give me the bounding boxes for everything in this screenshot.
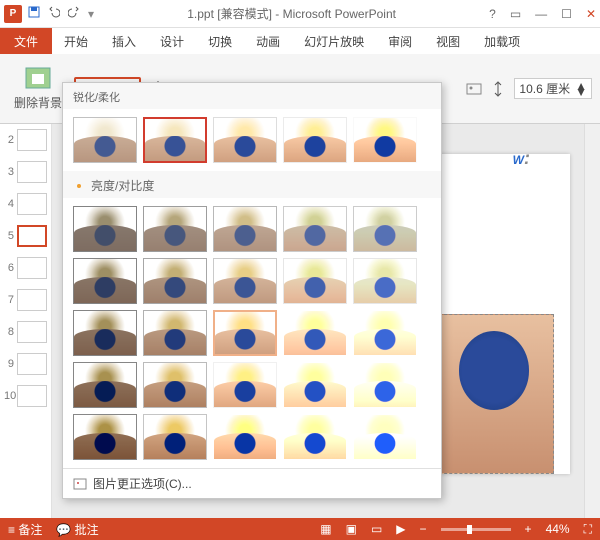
status-bar: ≡ 备注 💬 批注 ▦ ▣ ▭ ▶ − + 44% ⛶ <box>0 518 600 540</box>
quick-access-toolbar: ▾ <box>28 6 94 21</box>
tab-transitions[interactable]: 切换 <box>196 28 244 54</box>
brightness-preset-11[interactable] <box>143 310 207 356</box>
brightness-preset-24[interactable] <box>353 414 417 460</box>
comments-button[interactable]: 💬 批注 <box>56 521 98 538</box>
watermark: W: <box>513 140 530 171</box>
brightness-preset-18[interactable] <box>283 362 347 408</box>
brightness-section-label: 亮度/对比度 <box>63 171 441 198</box>
tab-file[interactable]: 文件 <box>0 28 52 54</box>
thumbnail-slide-7[interactable]: 7 <box>0 286 51 314</box>
tab-slideshow[interactable]: 幻灯片放映 <box>292 28 376 54</box>
brightness-preset-8[interactable] <box>283 258 347 304</box>
height-icon <box>490 81 506 97</box>
picture-options-icon <box>73 477 87 491</box>
zoom-in-icon[interactable]: + <box>525 522 532 536</box>
brightness-preset-21[interactable] <box>143 414 207 460</box>
vertical-scrollbar[interactable] <box>584 124 600 518</box>
tab-home[interactable]: 开始 <box>52 28 100 54</box>
thumbnail-slide-5[interactable]: 5 <box>0 222 51 250</box>
normal-view-icon[interactable]: ▦ <box>320 522 331 536</box>
brightness-preset-4[interactable] <box>353 206 417 252</box>
close-icon[interactable]: ✕ <box>586 7 596 21</box>
remove-background-button[interactable]: 删除背景 <box>8 64 68 113</box>
brightness-grid <box>63 198 441 468</box>
zoom-slider[interactable] <box>441 528 511 531</box>
more-corrections-option[interactable]: 图片更正选项(C)... <box>63 468 441 498</box>
sharpen-preset-2[interactable] <box>213 117 277 163</box>
window-title: 1.ppt [兼容模式] - Microsoft PowerPoint <box>94 5 489 22</box>
sorter-view-icon[interactable]: ▣ <box>346 522 357 536</box>
sharpen-preset-0[interactable] <box>73 117 137 163</box>
sharpen-section-label: 锐化/柔化 <box>63 83 441 109</box>
sharpen-grid <box>63 109 441 171</box>
tab-addins[interactable]: 加载项 <box>472 28 532 54</box>
brightness-preset-2[interactable] <box>213 206 277 252</box>
tab-insert[interactable]: 插入 <box>100 28 148 54</box>
selected-picture[interactable] <box>434 314 554 474</box>
brightness-preset-16[interactable] <box>143 362 207 408</box>
brightness-preset-23[interactable] <box>283 414 347 460</box>
tab-review[interactable]: 审阅 <box>376 28 424 54</box>
sun-small-icon <box>73 180 85 192</box>
remove-bg-label: 删除背景 <box>14 94 62 111</box>
corrections-dropdown: 锐化/柔化 亮度/对比度 图片更正选项(C)... <box>62 82 442 499</box>
brightness-preset-6[interactable] <box>143 258 207 304</box>
ribbon-tabs: 文件 开始 插入 设计 切换 动画 幻灯片放映 审阅 视图 加载项 <box>0 28 600 54</box>
thumbnail-slide-8[interactable]: 8 <box>0 318 51 346</box>
ribbon-display-icon[interactable]: ▭ <box>510 7 521 21</box>
thumbnail-slide-10[interactable]: 10 <box>0 382 51 410</box>
zoom-level[interactable]: 44% <box>546 522 570 536</box>
slide-thumbnails: 2 3 4 5 6 7 8 9 10 <box>0 124 52 518</box>
brightness-preset-7[interactable] <box>213 258 277 304</box>
sharpen-preset-1[interactable] <box>143 117 207 163</box>
brightness-preset-14[interactable] <box>353 310 417 356</box>
tab-design[interactable]: 设计 <box>148 28 196 54</box>
fit-window-icon[interactable]: ⛶ <box>584 522 592 537</box>
thumbnail-slide-6[interactable]: 6 <box>0 254 51 282</box>
thumbnail-slide-3[interactable]: 3 <box>0 158 51 186</box>
thumbnail-slide-9[interactable]: 9 <box>0 350 51 378</box>
more-options-label: 图片更正选项(C)... <box>93 475 192 492</box>
tab-view[interactable]: 视图 <box>424 28 472 54</box>
brightness-preset-15[interactable] <box>73 362 137 408</box>
undo-icon[interactable] <box>48 6 60 21</box>
picture-icon[interactable] <box>466 81 482 97</box>
brightness-preset-5[interactable] <box>73 258 137 304</box>
save-icon[interactable] <box>28 6 40 21</box>
help-icon[interactable]: ? <box>489 7 496 21</box>
height-input[interactable]: 10.6 厘米▲▼ <box>514 78 592 99</box>
remove-bg-icon <box>24 66 52 92</box>
reading-view-icon[interactable]: ▭ <box>371 522 382 536</box>
notes-button[interactable]: ≡ 备注 <box>8 521 42 538</box>
brightness-preset-17[interactable] <box>213 362 277 408</box>
brightness-preset-20[interactable] <box>73 414 137 460</box>
thumbnail-slide-2[interactable]: 2 <box>0 126 51 154</box>
sharpen-preset-4[interactable] <box>353 117 417 163</box>
app-icon: P <box>4 5 22 23</box>
brightness-preset-12[interactable] <box>213 310 277 356</box>
minimize-icon[interactable]: — <box>535 7 547 21</box>
thumbnail-slide-4[interactable]: 4 <box>0 190 51 218</box>
title-bar: P ▾ 1.ppt [兼容模式] - Microsoft PowerPoint … <box>0 0 600 28</box>
brightness-preset-19[interactable] <box>353 362 417 408</box>
brightness-preset-13[interactable] <box>283 310 347 356</box>
slideshow-view-icon[interactable]: ▶ <box>396 522 405 536</box>
brightness-preset-22[interactable] <box>213 414 277 460</box>
redo-icon[interactable] <box>68 6 80 21</box>
brightness-preset-9[interactable] <box>353 258 417 304</box>
tab-animations[interactable]: 动画 <box>244 28 292 54</box>
zoom-out-icon[interactable]: − <box>420 522 427 536</box>
brightness-preset-10[interactable] <box>73 310 137 356</box>
brightness-preset-0[interactable] <box>73 206 137 252</box>
brightness-preset-1[interactable] <box>143 206 207 252</box>
sharpen-preset-3[interactable] <box>283 117 347 163</box>
maximize-icon[interactable]: ☐ <box>561 7 572 21</box>
brightness-preset-3[interactable] <box>283 206 347 252</box>
